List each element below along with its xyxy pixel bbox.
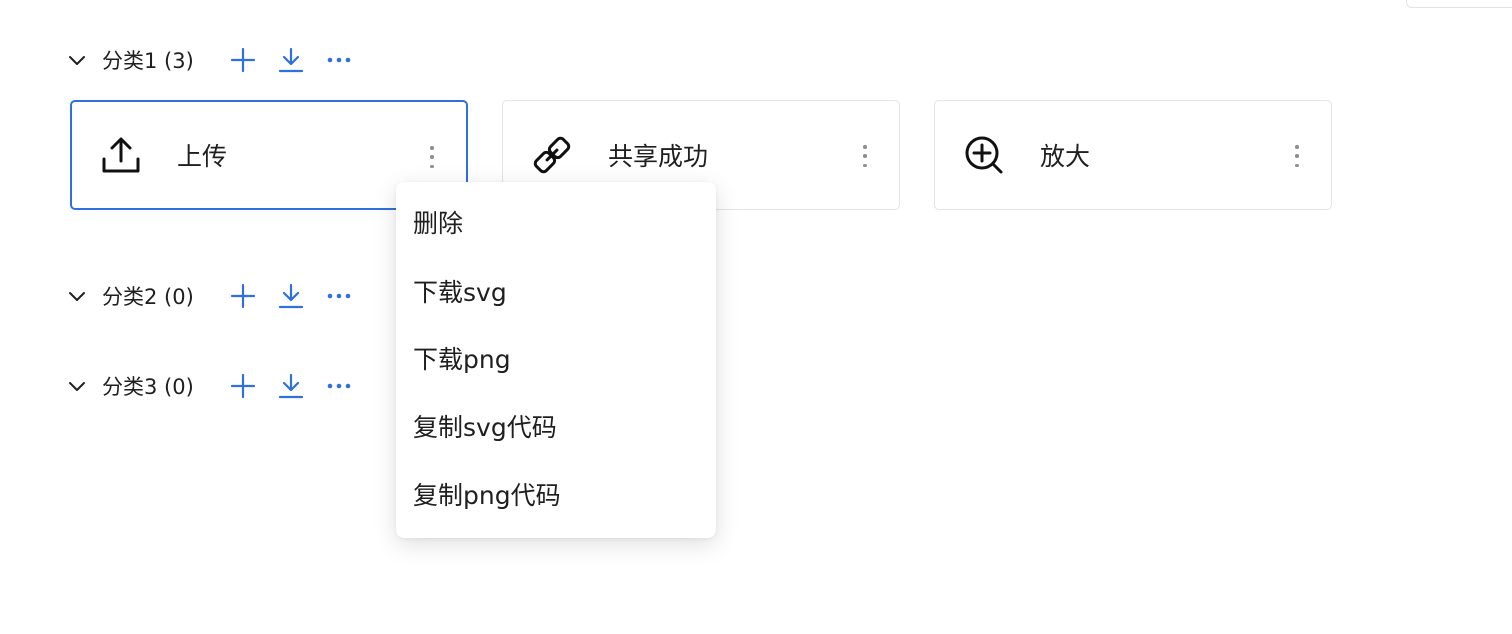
category-header-1: 分类1 (3) — [66, 42, 372, 78]
category-header-3: 分类3 (0) — [66, 368, 372, 404]
category-title: 分类1 (3) — [102, 49, 194, 73]
context-menu: 删除 下载svg 下载png 复制svg代码 复制png代码 — [396, 182, 716, 538]
card-label: 共享成功 — [608, 142, 709, 171]
more-horizontal-icon[interactable] — [324, 45, 354, 75]
category-header-2: 分类2 (0) — [66, 278, 372, 314]
more-horizontal-icon[interactable] — [324, 371, 354, 401]
menu-item-download-svg[interactable]: 下载svg — [413, 275, 507, 311]
chevron-down-icon[interactable] — [66, 375, 88, 397]
download-icon[interactable] — [276, 45, 306, 75]
upload-icon — [101, 135, 141, 175]
menu-item-copy-svg-code[interactable]: 复制svg代码 — [413, 410, 557, 446]
menu-item-copy-png-code[interactable]: 复制png代码 — [413, 478, 561, 514]
chevron-down-icon[interactable] — [66, 49, 88, 71]
plus-icon[interactable] — [228, 371, 258, 401]
more-horizontal-icon[interactable] — [324, 281, 354, 311]
card-label: 上传 — [177, 142, 228, 171]
zoom-in-icon — [964, 135, 1004, 175]
more-vertical-icon[interactable] — [859, 141, 871, 171]
download-icon[interactable] — [276, 281, 306, 311]
icon-card[interactable]: 放大 — [934, 100, 1332, 210]
category-title: 分类2 (0) — [102, 285, 194, 309]
more-vertical-icon[interactable] — [1291, 141, 1303, 171]
download-icon[interactable] — [276, 371, 306, 401]
card-label: 放大 — [1040, 142, 1091, 171]
chevron-down-icon[interactable] — [66, 285, 88, 307]
link-icon — [532, 135, 572, 175]
plus-icon[interactable] — [228, 45, 258, 75]
more-vertical-icon[interactable] — [426, 142, 438, 172]
category-title: 分类3 (0) — [102, 375, 194, 399]
top-right-control[interactable] — [1406, 0, 1512, 8]
plus-icon[interactable] — [228, 281, 258, 311]
menu-item-delete[interactable]: 删除 — [413, 206, 463, 242]
menu-item-download-png[interactable]: 下载png — [413, 342, 511, 378]
